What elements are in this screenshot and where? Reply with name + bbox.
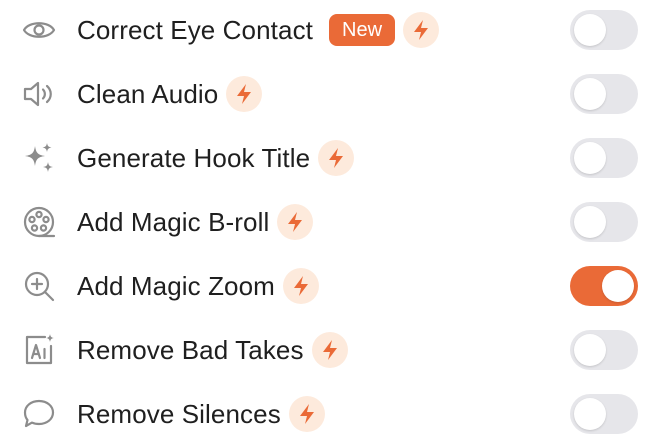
feature-label: Add Magic Zoom: [77, 270, 275, 301]
feature-label: Generate Hook Title: [77, 142, 311, 173]
toggle-remove-bad-takes[interactable]: [570, 330, 638, 370]
feature-label: Remove Bad Takes: [77, 334, 304, 365]
lightning-icon: [311, 332, 348, 368]
feature-row-remove-silences[interactable]: Remove Silences: [0, 382, 660, 446]
toggle-clean-audio[interactable]: [570, 74, 638, 114]
toggle-correct-eye-contact[interactable]: [570, 10, 638, 50]
new-badge: New: [329, 14, 396, 46]
speech-bubble-icon: [20, 395, 58, 433]
feature-label: Remove Silences: [77, 398, 281, 429]
toggle-knob: [574, 206, 606, 238]
toggle-add-magic-zoom[interactable]: [570, 266, 638, 306]
toggle-knob: [574, 334, 606, 366]
lightning-icon: [226, 76, 263, 112]
zoom-in-icon: [20, 267, 58, 305]
lightning-icon: [318, 140, 355, 176]
feature-row-add-magic-b-roll[interactable]: Add Magic B-roll: [0, 190, 660, 254]
toggle-remove-silences[interactable]: [570, 394, 638, 434]
toggle-knob: [574, 398, 606, 430]
toggle-knob: [574, 142, 606, 174]
ai-image-icon: [20, 331, 58, 369]
feature-row-correct-eye-contact[interactable]: Correct Eye Contact New: [0, 0, 660, 62]
sparkles-icon: [20, 139, 58, 177]
eye-icon: [20, 11, 58, 49]
feature-label: Correct Eye Contact: [77, 14, 313, 45]
feature-row-clean-audio[interactable]: Clean Audio: [0, 62, 660, 126]
toggle-knob: [602, 270, 634, 302]
lightning-icon: [282, 268, 319, 304]
speaker-icon: [20, 75, 58, 113]
toggle-knob: [574, 14, 606, 46]
toggle-add-magic-b-roll[interactable]: [570, 202, 638, 242]
feature-row-remove-bad-takes[interactable]: Remove Bad Takes: [0, 318, 660, 382]
toggle-knob: [574, 78, 606, 110]
features-panel: Correct Eye Contact New Clean Audio Gene…: [0, 0, 660, 448]
feature-label: Clean Audio: [77, 78, 219, 109]
lightning-icon: [403, 12, 440, 48]
lightning-icon: [277, 204, 314, 240]
feature-label: Add Magic B-roll: [77, 206, 270, 237]
feature-row-generate-hook-title[interactable]: Generate Hook Title: [0, 126, 660, 190]
toggle-generate-hook-title[interactable]: [570, 138, 638, 178]
lightning-icon: [288, 396, 325, 432]
film-reel-icon: [20, 203, 58, 241]
feature-row-add-magic-zoom[interactable]: Add Magic Zoom: [0, 254, 660, 318]
